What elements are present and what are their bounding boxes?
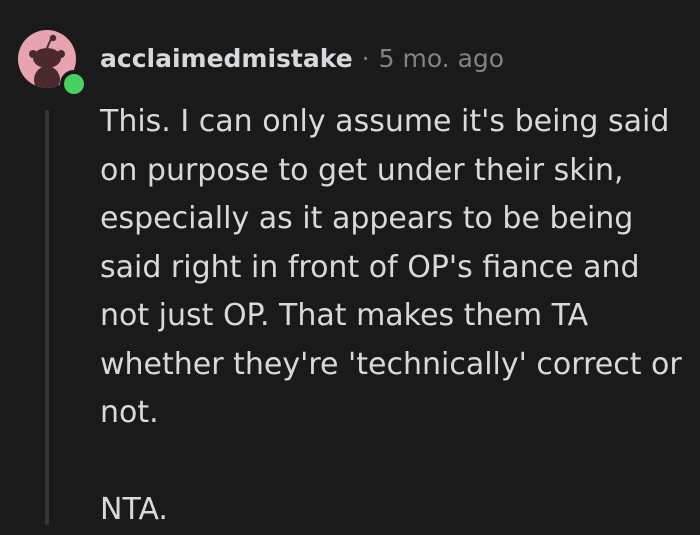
username-link[interactable]: acclaimedmistake (100, 44, 353, 73)
comment: acclaimedmistake · 5 mo. ago This. I can o… (0, 0, 700, 527)
comment-timestamp[interactable]: 5 mo. ago (379, 44, 504, 73)
comment-paragraph: This. I can only assume it's being said … (100, 104, 682, 430)
comment-body: This. I can only assume it's being said … (100, 98, 690, 535)
meta-separator: · (361, 44, 370, 73)
comment-meta: acclaimedmistake · 5 mo. ago (100, 40, 504, 78)
thread-collapse-line[interactable] (45, 110, 49, 525)
online-status-indicator (60, 70, 88, 98)
comment-paragraph: NTA. (100, 492, 168, 527)
user-avatar-container[interactable] (18, 30, 88, 98)
